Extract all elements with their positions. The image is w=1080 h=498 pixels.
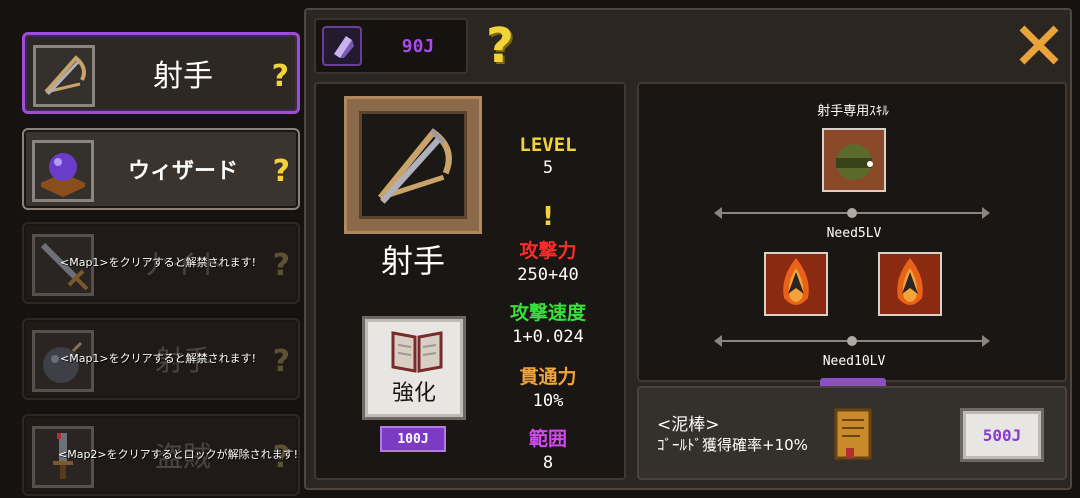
alert-icon: ! [542, 202, 554, 232]
stat-value: 250+40 [517, 265, 579, 285]
help-icon[interactable]: ? [486, 18, 514, 74]
lock-message: <Map1>をクリアすると解禁されます! [60, 256, 257, 269]
stat-attack-speed: 攻撃速度 1+0.024 [498, 298, 598, 347]
job-card-archer[interactable]: 射手 ? [22, 32, 300, 114]
job-card-wizard[interactable]: ウィザード ? [22, 128, 300, 210]
skill-requirement: Need5LV [826, 226, 882, 241]
buy-item-button[interactable]: 500J [960, 408, 1044, 462]
stat-value: 10% [532, 391, 564, 411]
item-name: <泥棒> [657, 415, 720, 435]
skill-tree-title: 射手専用ｽｷﾙ [817, 104, 889, 119]
skill-tier-divider [714, 207, 990, 219]
hero-portrait [344, 96, 482, 234]
crossbow-icon [359, 111, 467, 219]
skill-slot-3[interactable] [878, 252, 942, 316]
fire-arrow-icon [880, 254, 940, 314]
job-card-bomber[interactable]: 射手 ? <Map1>をクリアすると解禁されます! [22, 318, 300, 400]
scroll-indicator [820, 378, 886, 386]
armored-helmet-icon [824, 130, 884, 190]
job-card-thief[interactable]: 盗賊 ? <Map2>をクリアするとロックが解除されます! [22, 414, 300, 496]
lock-message: <Map2>をクリアするとロックが解除されます! [58, 448, 299, 461]
lock-message: <Map1>をクリアすると解禁されます! [60, 352, 257, 365]
help-icon[interactable]: ? [273, 154, 290, 189]
skill-tier-divider [714, 335, 990, 347]
crossbow-icon [33, 45, 95, 107]
upgrade-cost: 100J [380, 426, 446, 452]
scroll-icon [834, 408, 872, 460]
stat-value: 1+0.024 [512, 327, 584, 347]
stat-value: 5 [542, 158, 554, 178]
job-name: ウィザード [127, 159, 238, 184]
close-icon[interactable] [1016, 22, 1062, 68]
stat-level: LEVEL 5 [498, 134, 598, 178]
skill-requirement: Need10LV [822, 354, 886, 369]
help-icon[interactable]: ? [272, 59, 289, 94]
magic-orb-icon [32, 140, 94, 202]
job-name: 射手 [153, 59, 213, 94]
currency-amount: 90J [401, 35, 435, 57]
fire-arrow-icon [766, 254, 826, 314]
stat-value: 8 [542, 453, 554, 473]
book-icon [391, 329, 443, 377]
stat-range: 範囲 8 [498, 424, 598, 473]
skill-slot-1[interactable] [822, 128, 886, 192]
job-card-knight[interactable]: ナイト ? <Map1>をクリアすると解禁されます! [22, 222, 300, 304]
stat-label: 攻撃速度 [509, 302, 586, 324]
stat-label: 攻撃力 [519, 240, 577, 262]
hero-name: 射手 [380, 242, 445, 280]
upgrade-label: 強化 [391, 381, 436, 406]
stat-label: LEVEL [519, 134, 577, 156]
stat-pierce: 貫通力 10% [498, 362, 598, 411]
item-effect: ｺﾞｰﾙﾄﾞ獲得確率+10% [657, 436, 808, 454]
currency-display: 90J [314, 18, 468, 74]
upgrade-button[interactable]: 強化 [362, 316, 466, 420]
skill-slot-2[interactable] [764, 252, 828, 316]
purple-gem-icon [322, 26, 362, 66]
stat-attack: 攻撃力 250+40 [498, 236, 598, 285]
stat-label: 貫通力 [519, 366, 577, 388]
stat-label: 範囲 [528, 428, 567, 450]
